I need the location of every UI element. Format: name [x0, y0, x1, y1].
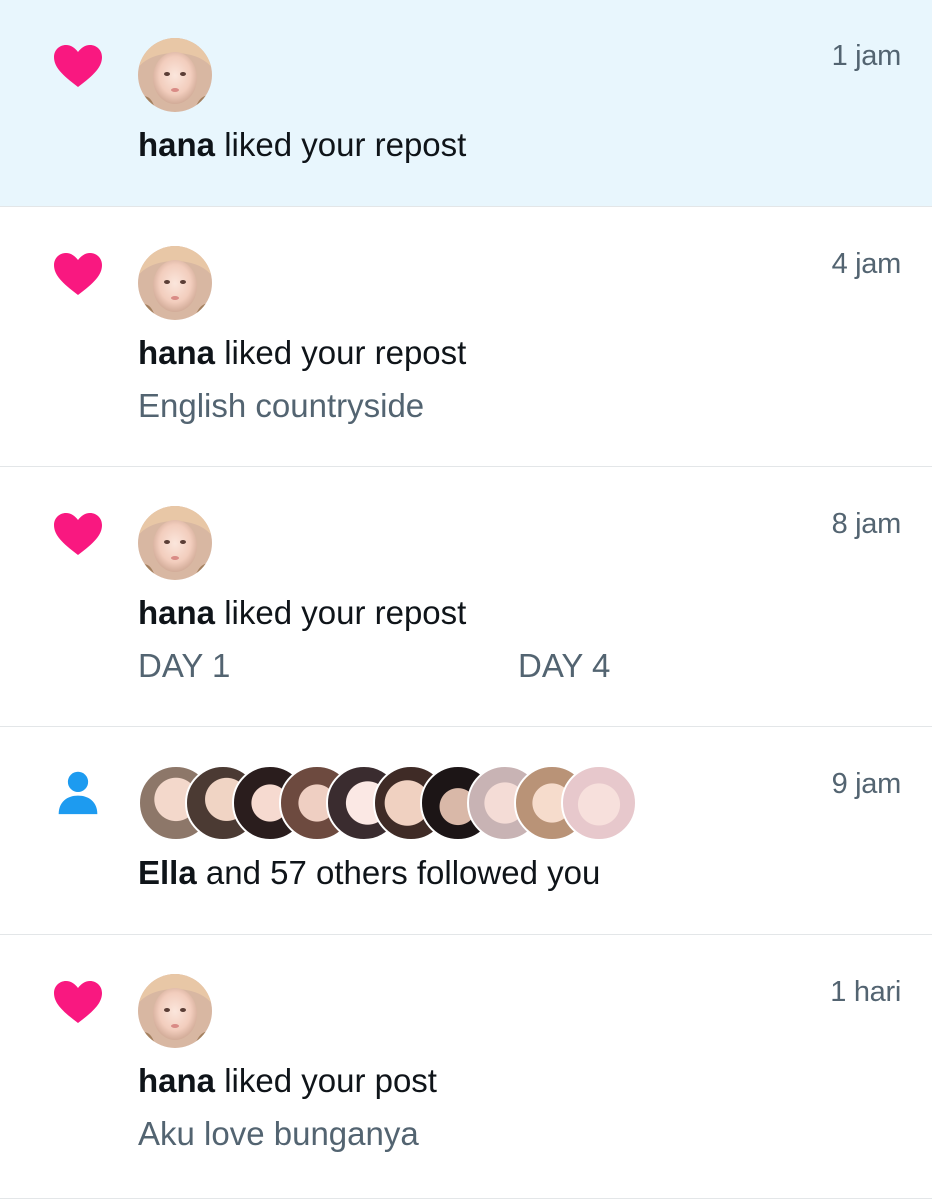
- timestamp: 1 jam: [831, 40, 902, 72]
- timestamp: 4 jam: [831, 248, 902, 280]
- action-text: and 57 others followed you: [196, 854, 601, 891]
- avatar[interactable]: [138, 506, 212, 580]
- preview-text-right: DAY 4: [518, 647, 611, 684]
- avatar[interactable]: [138, 246, 212, 320]
- post-preview[interactable]: English countryside: [138, 387, 424, 425]
- notification-item[interactable]: 8 jam hana liked your repost DAY 1 DAY 4: [0, 467, 932, 727]
- notification-text: hana liked your repost: [138, 334, 466, 372]
- action-text: liked your repost: [215, 594, 467, 631]
- heart-icon: [54, 45, 102, 87]
- post-preview[interactable]: Aku love bunganya: [138, 1115, 419, 1153]
- notification-item[interactable]: 4 jam hana liked your repost English cou…: [0, 207, 932, 467]
- actor-name[interactable]: hana: [138, 594, 215, 631]
- notification-item[interactable]: 1 hari hana liked your post Aku love bun…: [0, 935, 932, 1199]
- action-text: liked your repost: [215, 334, 467, 371]
- avatar[interactable]: [138, 38, 212, 112]
- actor-name[interactable]: Ella: [138, 854, 197, 891]
- heart-icon: [54, 981, 102, 1023]
- notification-item[interactable]: 9 jam Ella and 57 others followed you: [0, 727, 932, 935]
- heart-icon: [54, 513, 102, 555]
- person-icon: [58, 771, 98, 815]
- preview-text-left: DAY 1: [138, 647, 231, 684]
- follower-avatars[interactable]: [138, 765, 683, 841]
- timestamp: 8 jam: [831, 508, 902, 540]
- notification-text: hana liked your repost: [138, 594, 466, 632]
- timestamp: 1 hari: [830, 976, 901, 1008]
- avatar[interactable]: [561, 765, 637, 841]
- avatar[interactable]: [138, 974, 212, 1048]
- timestamp: 9 jam: [831, 768, 902, 800]
- actor-name[interactable]: hana: [138, 126, 215, 163]
- notification-text: hana liked your post: [138, 1062, 437, 1100]
- notification-text: Ella and 57 others followed you: [138, 854, 600, 892]
- notification-item[interactable]: 1 jam hana liked your repost: [0, 0, 932, 207]
- heart-icon: [54, 253, 102, 295]
- actor-name[interactable]: hana: [138, 1062, 215, 1099]
- actor-name[interactable]: hana: [138, 334, 215, 371]
- notification-text: hana liked your repost: [138, 126, 466, 164]
- action-text: liked your repost: [215, 126, 467, 163]
- action-text: liked your post: [215, 1062, 437, 1099]
